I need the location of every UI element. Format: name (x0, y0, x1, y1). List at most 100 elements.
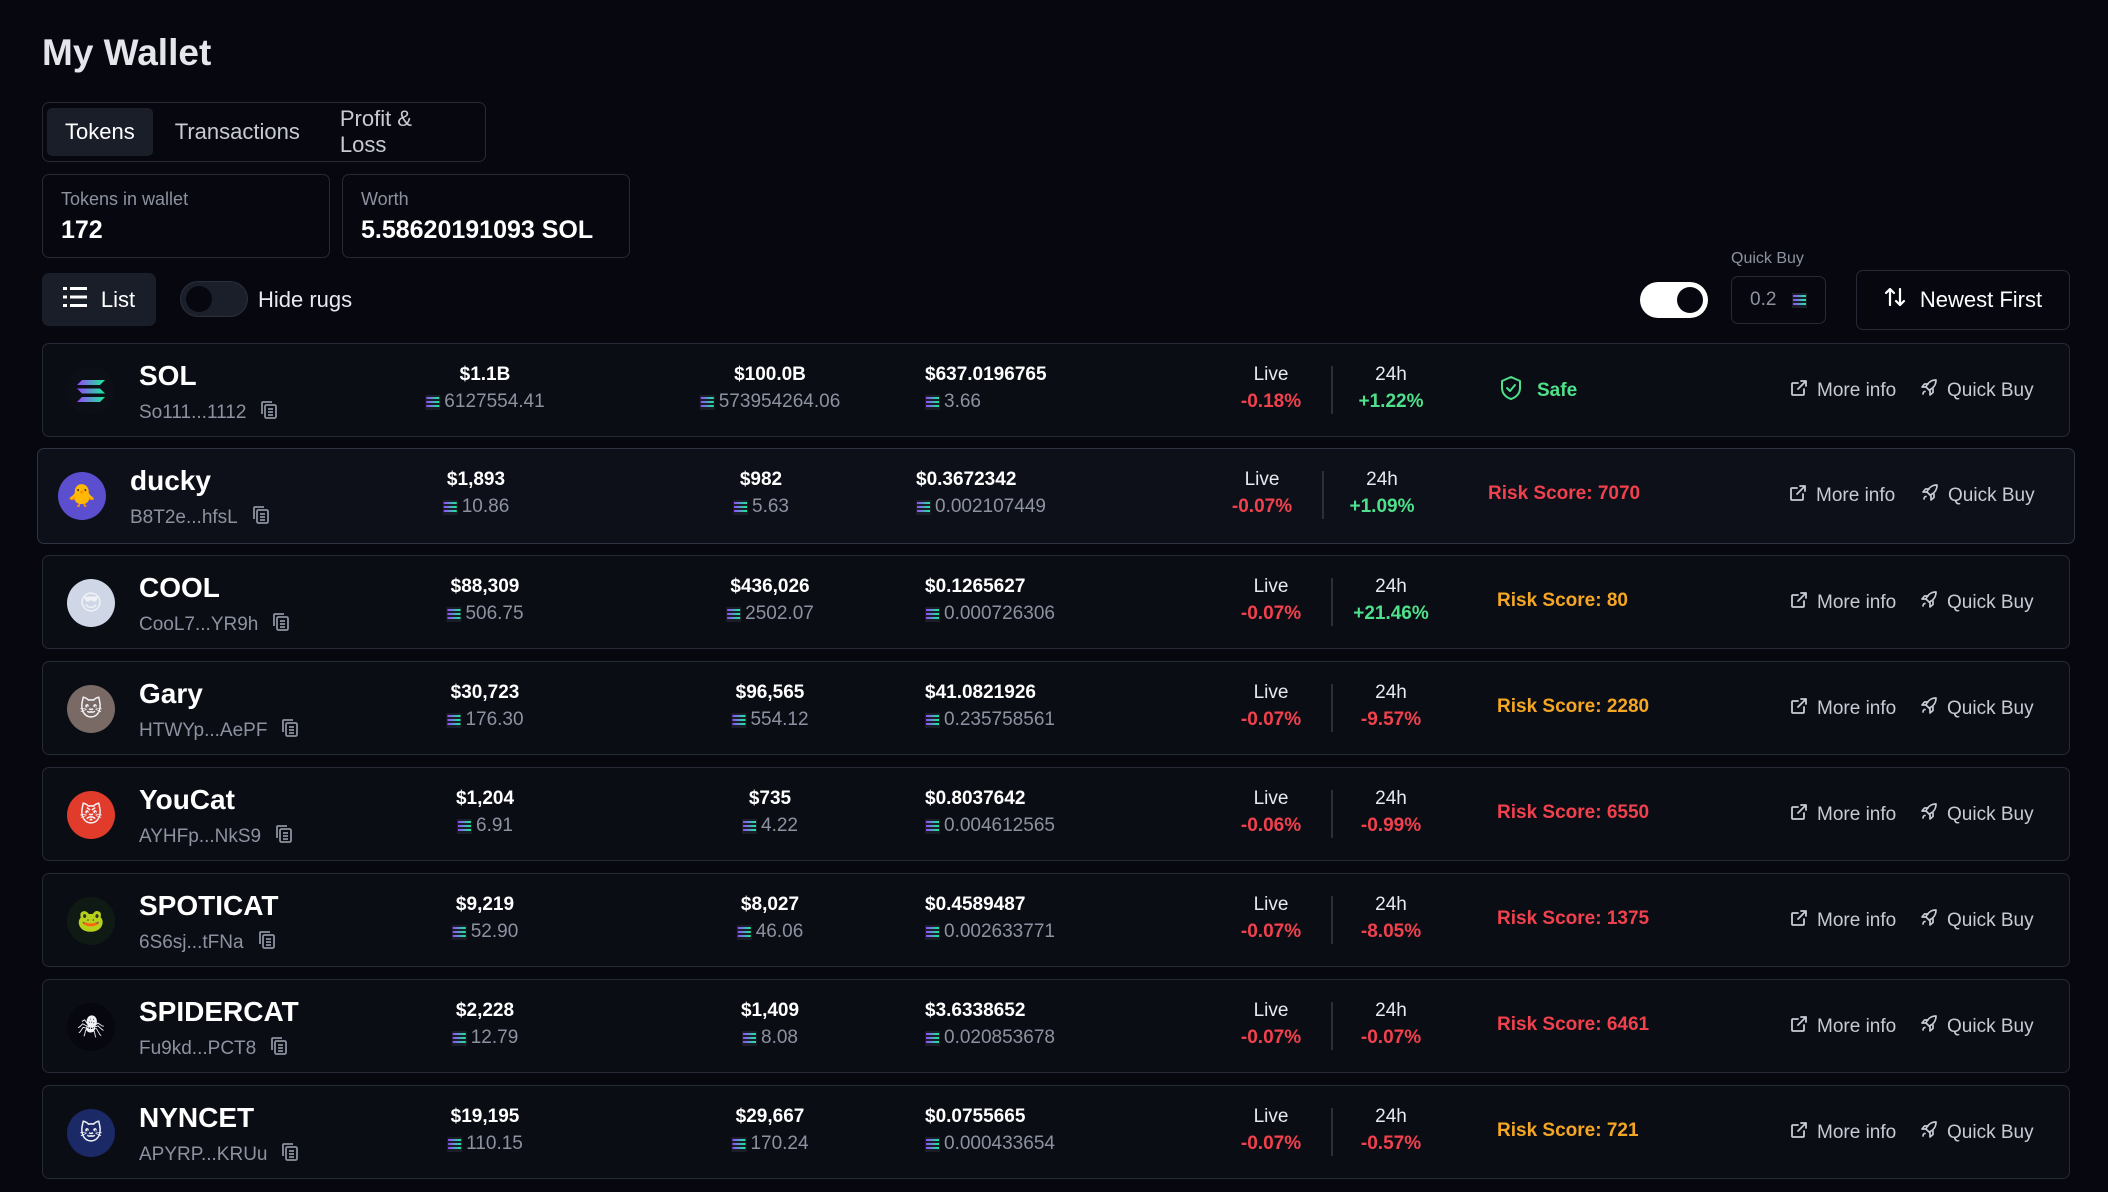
divider (1322, 471, 1324, 519)
quick-buy-button[interactable]: Quick Buy (1919, 696, 2034, 722)
more-info-label: More info (1817, 380, 1897, 401)
copy-icon[interactable] (260, 400, 278, 426)
more-info-button[interactable]: More info (1789, 590, 1896, 616)
price: $637.0196765 3.66 (925, 364, 1047, 413)
shield-check-icon (1497, 374, 1525, 408)
token-row[interactable]: 😎 COOL CooL7...YR9h $88,309 506.75 $436,… (42, 555, 2070, 649)
quick-buy-amount-input[interactable]: 0.2 (1731, 276, 1826, 324)
risk-score: Risk Score: 1375 (1497, 908, 1650, 929)
more-info-button[interactable]: More info (1789, 802, 1896, 828)
more-info-button[interactable]: More info (1789, 908, 1896, 934)
sol-icon (733, 499, 749, 515)
quick-buy-label: Quick Buy (1947, 592, 2034, 613)
quick-buy-button[interactable]: Quick Buy (1919, 1014, 2034, 1040)
token-name: COOL (139, 572, 220, 603)
live-change-label: Live (1253, 1106, 1289, 1127)
live-change: Live -0.06% (1241, 788, 1301, 837)
volume-sol: 8.08 (761, 1027, 798, 1048)
quick-buy-button[interactable]: Quick Buy (1919, 802, 2034, 828)
day-change-value: +1.09% (1349, 496, 1415, 517)
sort-button[interactable]: Newest First (1856, 270, 2070, 330)
token-row[interactable]: 🐱 Gary HTWYp...AePF $30,723 176.30 $96,5… (42, 661, 2070, 755)
token-row[interactable]: 🕷 SPIDERCAT Fu9kd...PCT8 $2,228 12.79 $1… (42, 979, 2070, 1073)
price-usd: $41.0821926 (925, 682, 1036, 703)
quick-buy-button[interactable]: Quick Buy (1919, 378, 2034, 404)
price-usd: $0.4589487 (925, 894, 1026, 915)
sol-icon (925, 394, 940, 410)
more-info-button[interactable]: More info (1789, 1120, 1896, 1146)
copy-icon[interactable] (270, 1036, 288, 1062)
copy-icon[interactable] (281, 718, 299, 744)
day-change-label: 24h (1375, 364, 1407, 385)
quick-buy-label: Quick Buy (1947, 910, 2034, 931)
quick-buy-label: Quick Buy (1947, 698, 2034, 719)
day-change-label: 24h (1375, 576, 1407, 597)
token-row[interactable]: SOL So111...1112 $1.1B 6127554.41 $100.0… (42, 343, 2070, 437)
list-view-button[interactable]: List (42, 273, 156, 326)
quick-buy-button[interactable]: Quick Buy (1920, 483, 2035, 509)
sol-icon (742, 1030, 757, 1046)
volume: $982 5.63 (733, 469, 789, 518)
copy-icon[interactable] (258, 930, 276, 956)
price-usd: $0.1265627 (925, 576, 1026, 597)
quick-buy-button[interactable]: Quick Buy (1919, 908, 2034, 934)
quick-buy-button[interactable]: Quick Buy (1919, 590, 2034, 616)
more-info-button[interactable]: More info (1789, 1014, 1896, 1040)
volume: $100.0B 573954264.06 (699, 364, 840, 413)
token-row[interactable]: 🐱 NYNCET APYRP...KRUu $19,195 110.15 $29… (42, 1085, 2070, 1179)
market-cap-sol: 110.15 (466, 1133, 523, 1154)
live-toggle[interactable] (1640, 282, 1708, 318)
volume-usd: $96,565 (735, 682, 805, 703)
token-address-text: APYRP...KRUu (139, 1144, 268, 1165)
sol-icon (925, 1030, 940, 1046)
token-address: 6S6sj...tFNa (139, 930, 276, 956)
token-row[interactable]: 😾 YouCat AYHFp...NkS9 $1,204 6.91 $735 4… (42, 767, 2070, 861)
copy-icon[interactable] (275, 824, 293, 850)
sol-icon (446, 606, 462, 622)
live-change-label: Live (1244, 469, 1280, 490)
more-info-button[interactable]: More info (1789, 378, 1896, 404)
copy-icon[interactable] (281, 1142, 299, 1168)
quick-buy-button[interactable]: Quick Buy (1919, 1120, 2034, 1146)
token-row[interactable]: 🐥 ducky B8T2e...hfsL $1,893 10.86 $982 5… (37, 448, 2075, 544)
price-usd: $0.0755665 (925, 1106, 1026, 1127)
token-row[interactable]: 🐸 SPOTICAT 6S6sj...tFNa $9,219 52.90 $8,… (42, 873, 2070, 967)
tab-bar: Tokens Transactions Profit & Loss (42, 102, 486, 162)
live-change: Live -0.07% (1241, 894, 1301, 943)
copy-icon[interactable] (272, 612, 290, 638)
tab-profit-loss[interactable]: Profit & Loss (322, 106, 481, 157)
token-address-text: AYHFp...NkS9 (139, 826, 262, 847)
day-change: 24h -0.99% (1361, 788, 1421, 837)
list-view-label: List (100, 286, 136, 312)
rocket-icon (1920, 483, 1940, 509)
quick-buy-amount-label: Quick Buy (1731, 250, 1804, 267)
live-change-value: -0.07% (1240, 709, 1302, 730)
sol-icon (726, 606, 742, 622)
day-change-value: -0.57% (1360, 1133, 1422, 1154)
tab-transactions[interactable]: Transactions (157, 108, 318, 156)
tab-tokens[interactable]: Tokens (47, 108, 153, 156)
price: $0.3672342 0.002107449 (916, 469, 1046, 518)
sol-icon (442, 499, 458, 515)
live-change: Live -0.07% (1241, 576, 1301, 625)
more-info-button[interactable]: More info (1789, 696, 1896, 722)
hide-rugs-toggle[interactable] (180, 281, 248, 317)
token-address-text: So111...1112 (139, 402, 247, 423)
token-address: AYHFp...NkS9 (139, 824, 293, 850)
sol-icon (731, 712, 747, 728)
day-change-value: +21.46% (1353, 603, 1429, 624)
price: $3.6338652 0.020853678 (925, 1000, 1055, 1049)
day-change-value: -0.99% (1360, 815, 1422, 836)
more-info-button[interactable]: More info (1788, 483, 1895, 509)
live-change-value: -0.07% (1240, 603, 1302, 624)
external-link-icon (1789, 378, 1809, 404)
price-usd: $3.6338652 (925, 1000, 1026, 1021)
live-change-value: -0.07% (1240, 1133, 1302, 1154)
day-change-label: 24h (1366, 469, 1398, 490)
cat-icon: 🐱 (67, 685, 115, 733)
volume-usd: $1,409 (740, 1000, 800, 1021)
rocket-icon (1919, 378, 1939, 404)
token-name: Gary (139, 678, 203, 709)
sol-icon (925, 712, 940, 728)
copy-icon[interactable] (252, 505, 270, 531)
